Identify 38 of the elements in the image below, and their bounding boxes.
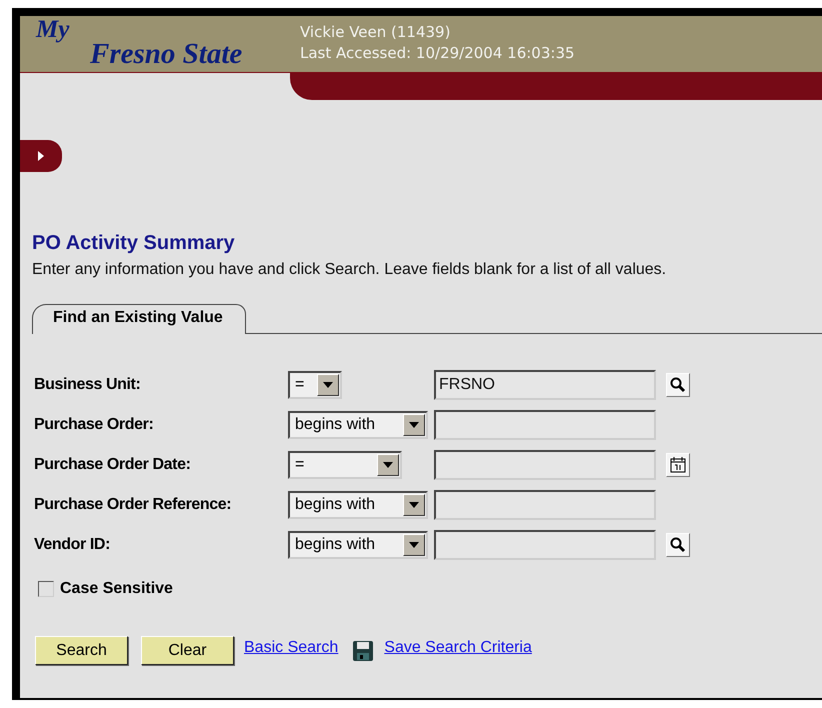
- checkbox-label: Case Sensitive: [60, 580, 173, 598]
- input-field[interactable]: FRSNO: [434, 370, 656, 400]
- logo-text: My: [36, 16, 70, 44]
- dropdown-arrow-icon: [409, 422, 419, 428]
- right-arrow-icon: [36, 150, 46, 162]
- dropdown-arrow-icon: [323, 382, 333, 388]
- dropdown-arrow-icon: [409, 502, 419, 508]
- link[interactable]: Save Search Criteria: [384, 638, 532, 656]
- field-label: Business Unit:: [34, 376, 142, 394]
- input-field[interactable]: [434, 450, 656, 480]
- tab[interactable]: Find an Existing Value: [32, 304, 246, 334]
- dropdown-arrow-icon: [409, 542, 419, 548]
- input-field[interactable]: [434, 530, 656, 560]
- calendar-icon[interactable]: [666, 453, 690, 477]
- field-label: Purchase Order Reference:: [34, 496, 232, 514]
- logo-text: Fresno State: [90, 38, 242, 71]
- field-label: Vendor ID:: [34, 536, 112, 554]
- operator-dropdown[interactable]: begins with: [288, 531, 428, 559]
- input-field[interactable]: [434, 410, 656, 440]
- action-button[interactable]: Search: [35, 636, 128, 665]
- search-icon[interactable]: [666, 373, 690, 397]
- case-sensitive-checkbox[interactable]: [38, 581, 54, 597]
- operator-dropdown[interactable]: begins with: [288, 411, 428, 439]
- search-icon[interactable]: [666, 533, 690, 557]
- dropdown-arrow-icon: [383, 462, 393, 468]
- link[interactable]: Basic Search: [244, 638, 338, 656]
- operator-dropdown[interactable]: begins with: [288, 491, 428, 519]
- action-button[interactable]: Clear: [141, 636, 234, 665]
- operator-dropdown[interactable]: =: [288, 451, 402, 479]
- expand-tab[interactable]: [20, 140, 62, 172]
- user-name: Vickie Veen (11439): [300, 22, 452, 43]
- page-title: PO Activity Summary: [32, 232, 236, 255]
- last-accessed-text: Last Accessed: 10/29/2004 16:03:35: [300, 43, 575, 64]
- instructions-text: Enter any information you have and click Search. Leave fields blank for a list of all values.: [32, 261, 668, 279]
- operator-dropdown[interactable]: =: [288, 371, 342, 399]
- input-field[interactable]: [434, 490, 656, 520]
- field-label: Purchase Order Date:: [34, 456, 192, 474]
- field-label: Purchase Order:: [34, 416, 154, 434]
